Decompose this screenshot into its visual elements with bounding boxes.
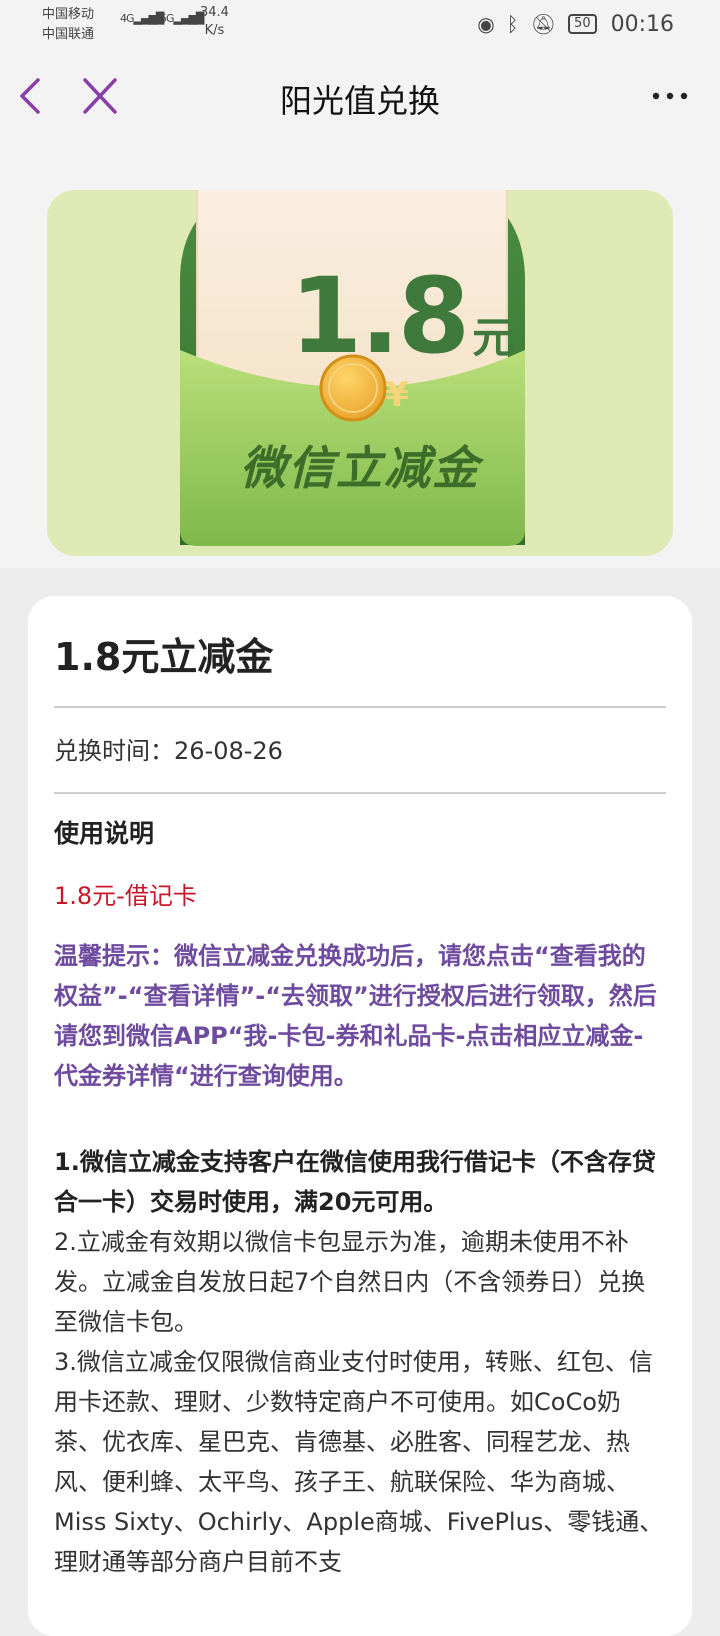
rule-3: 3.微信立减金仅限微信商业支付时使用，转账、红包、信用卡还款、理财、少数特定商户… [54,1348,664,1576]
coupon-amount: 1.8元 [252,255,552,377]
status-icons: ◉ ᛒ 🔕︎ 50 00:16 [477,10,674,38]
divider [54,706,666,708]
signal-5g-icon: 5G▂▄▆█ [160,12,204,25]
clock: 00:16 [610,11,674,37]
amount-unit: 元 [472,313,515,362]
more-button[interactable] [650,78,690,114]
eye-icon: ◉ [477,12,495,36]
network-speed: 34.4 K/s [200,4,229,40]
coupon-title: 1.8元立减金 [54,635,274,679]
rule-1: 1.微信立减金支持客户在微信使用我行借记卡（不含存贷合一卡）交易时使用，满20元… [54,1148,656,1216]
battery-icon: 50 [568,14,597,34]
yuan-coin-icon: ¥ [385,375,409,415]
card-type-note: 1.8元-借记卡 [54,882,197,910]
carrier-info: 中国移动 中国联通 [42,5,94,45]
status-bar: 中国移动 中国联通 4G▂▄▆█ 5G▂▄▆█ 34.4 K/s ◉ ᛒ 🔕︎ … [0,0,720,50]
envelope-label: 微信立减金 [240,441,480,495]
usage-instructions-heading: 使用说明 [54,819,155,848]
speed-value: 34.4 [200,5,229,20]
more-dots-icon [652,92,688,100]
carrier-1: 中国移动 [42,7,95,22]
carrier-2: 中国联通 [42,27,95,42]
nav-bar: 阳光值兑换 [0,50,720,142]
signal-4g-icon: 4G▂▄▆█ [120,12,164,25]
speed-unit: K/s [204,23,225,38]
rule-2: 2.立减金有效期以微信卡包显示为准，逾期未使用不补发。立减金自发放日起7个自然日… [54,1228,646,1336]
amount-value: 1.8 [289,255,470,377]
mute-bell-icon: 🔕︎ [530,12,557,36]
bluetooth-icon: ᛒ [506,12,519,36]
warm-tip: 温馨提示：微信立减金兑换成功后，请您点击“查看我的权益”-“查看详情”-“去领取… [54,942,657,1090]
divider [54,792,666,794]
coupon-banner: 1.8元 ¥ 微信立减金 [47,190,673,556]
detail-card: 1.8元立减金 兑换时间：26-08-26 使用说明 1.8元-借记卡 温馨提示… [28,596,692,1636]
page-title: 阳光值兑换 [279,82,440,120]
usage-rules: 1.微信立减金支持客户在微信使用我行借记卡（不含存贷合一卡）交易时使用，满20元… [54,1142,666,1582]
exchange-time: 兑换时间：26-08-26 [54,737,283,765]
